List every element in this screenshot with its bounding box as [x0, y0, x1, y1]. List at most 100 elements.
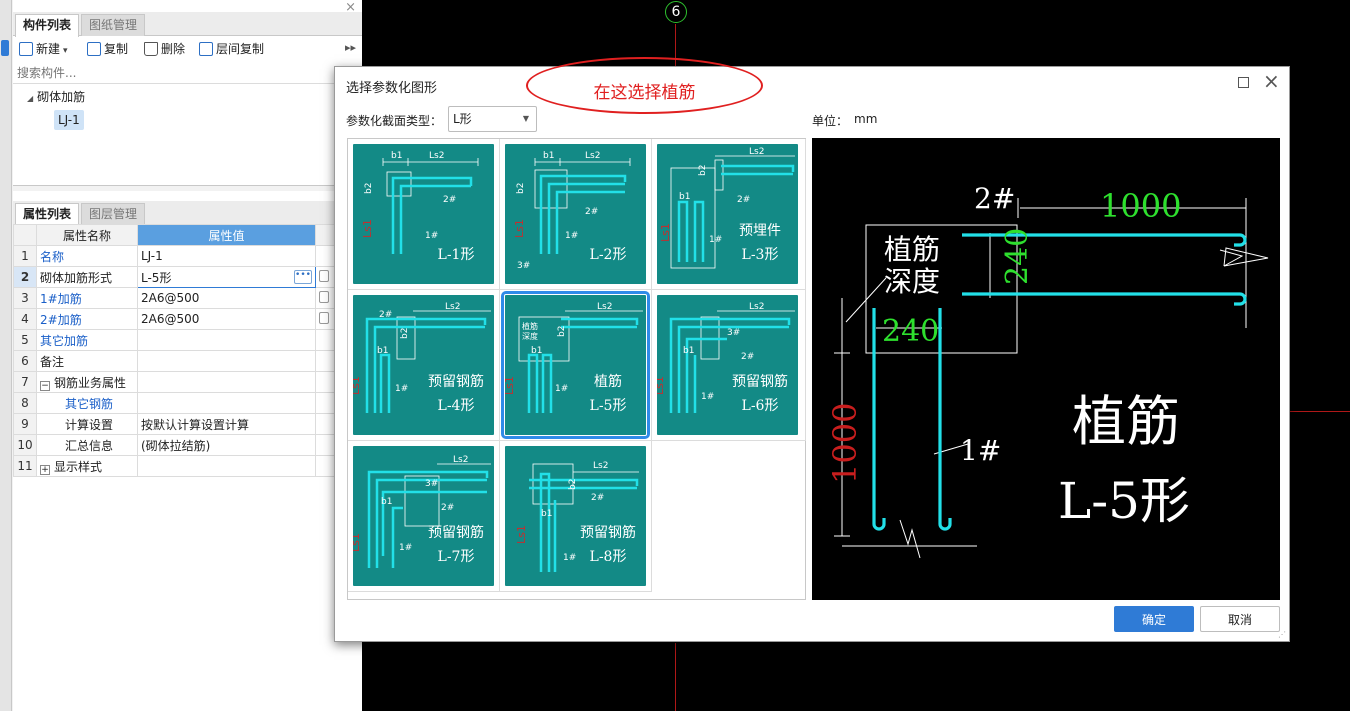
property-row-selected[interactable]: 2 砌体加筋形式 L-5形 ••• [13, 266, 363, 288]
tree-node-masonry-rebar[interactable]: ◢ 砌体加筋 [27, 88, 85, 106]
toolbar-more-icon[interactable]: ▸▸ [345, 41, 356, 54]
row-num: 2 [13, 266, 37, 288]
property-name: 显示样式 [54, 459, 103, 474]
axis-line-bottom [675, 643, 676, 711]
new-button[interactable]: 新建 ▾ [19, 40, 69, 58]
property-row[interactable]: 11 + 显示样式 [13, 455, 363, 477]
property-value[interactable] [137, 329, 316, 351]
property-name-group[interactable]: − 钢筋业务属性 [36, 371, 138, 393]
property-row[interactable]: 6 备注 [13, 350, 363, 372]
thumbnail-l7[interactable]: Ls2 3# b1 2# Ls1 1# 预留钢筋 L-7形 [348, 441, 500, 592]
preview-bar2: 2# [974, 182, 1015, 215]
thumb-b2: b2 [568, 479, 578, 490]
property-value[interactable]: (砌体拉结筋) [137, 434, 316, 456]
preview-bar1: 1# [960, 434, 1001, 467]
preview-depth-bottom: 240 [882, 314, 939, 349]
property-name: 计算设置 [36, 413, 138, 435]
dialog-title: 选择参数化图形 [346, 81, 438, 96]
thumbnail-image: b1 Ls2 b2 Ls1 2# 1# L-1形 [353, 144, 494, 284]
delete-button[interactable]: 删除 [144, 40, 185, 58]
property-row[interactable]: 4 2#加筋 2A6@500 [13, 308, 363, 330]
thumb-ls1: Ls1 [515, 525, 528, 544]
thumbnail-caption-1: 预埋件 [739, 223, 781, 239]
thumbnail-caption-2: L-5形 [589, 398, 627, 414]
tree-node-label: 砌体加筋 [37, 90, 86, 104]
tree-leaf-lj1[interactable]: LJ-1 [54, 110, 84, 130]
component-search-input[interactable] [13, 62, 362, 84]
thumb-ls1: Ls1 [513, 219, 526, 238]
thumb-bar1: 1# [425, 231, 438, 241]
floor-copy-button[interactable]: 层间复制 [199, 40, 264, 58]
thumbnail-caption-2: L-7形 [437, 549, 475, 565]
maximize-icon[interactable] [1238, 77, 1249, 88]
copy-button[interactable]: 复制 [87, 40, 128, 58]
thumbnail-l1[interactable]: b1 Ls2 b2 Ls1 2# 1# L-1形 [348, 139, 500, 290]
cancel-button[interactable]: 取消 [1200, 606, 1280, 632]
preview-top-length: 1000 [1100, 187, 1181, 225]
tab-property-list[interactable]: 属性列表 [15, 203, 80, 226]
property-value-editor[interactable]: L-5形 ••• [137, 266, 316, 288]
shape-thumbnail-grid: b1 Ls2 b2 Ls1 2# 1# L-1形 b1 Ls2 b2 Ls1 2# 1#… [347, 138, 806, 600]
thumbnail-l3[interactable]: Ls2 b1 b2 Ls1 2# 1# 预埋件 L-3形 [652, 139, 806, 290]
thumb-bar2: 2# [591, 493, 604, 503]
attach-checkbox[interactable] [319, 290, 329, 303]
thumbnail-caption-2: L-8形 [589, 549, 627, 565]
property-row[interactable]: 3 1#加筋 2A6@500 [13, 287, 363, 309]
thumbnail-caption-2: L-1形 [437, 247, 475, 263]
resize-grip-icon[interactable]: ⋰ [1278, 630, 1286, 639]
select-parametric-shape-dialog: 选择参数化图形 在这选择植筋 × 参数化截面类型： L形 ▼ 单位： mm b1 L… [334, 57, 1290, 642]
property-value[interactable]: 2A6@500 [137, 287, 316, 309]
floor-copy-label: 层间复制 [216, 42, 265, 56]
section-type-select[interactable]: L形 ▼ [448, 106, 537, 132]
property-row[interactable]: 5 其它加筋 [13, 329, 363, 351]
shape-preview: 1000 2# 植筋 深度 240 240 1000 1# 植筋 L-5形 [812, 138, 1280, 600]
property-row[interactable]: 1 名称 LJ-1 [13, 245, 363, 267]
property-value[interactable]: 按默认计算设置计算 [137, 413, 316, 435]
row-num: 4 [13, 308, 37, 330]
thumb-b2: b2 [400, 328, 410, 339]
property-panel: 属性列表 图层管理 属性名称 属性值 附 1 名称 LJ-1 2 砌体加筋形式 … [13, 191, 363, 711]
thumbnail-l6[interactable]: Ls2 3# b1 2# Ls1 1# 预留钢筋 L-6形 [652, 290, 806, 441]
thumbnail-l5[interactable]: Ls2 b1 植筋 深度 b2 Ls1 1# 植筋 L-5形 [500, 290, 652, 441]
property-row[interactable]: 9 计算设置 按默认计算设置计算 [13, 413, 363, 435]
tab-layer-manage[interactable]: 图层管理 [81, 203, 146, 225]
property-row[interactable]: 10 汇总信息 (砌体拉结筋) [13, 434, 363, 456]
collapse-icon[interactable]: − [40, 380, 50, 391]
close-icon[interactable]: × [1263, 71, 1280, 91]
panel-close-icon[interactable]: × [345, 0, 356, 15]
ok-button[interactable]: 确定 [1114, 606, 1194, 632]
attach-checkbox[interactable] [319, 269, 329, 282]
tab-drawing-manage[interactable]: 图纸管理 [81, 14, 146, 36]
thumbnail-caption-2: L-4形 [437, 398, 475, 414]
property-value[interactable]: LJ-1 [137, 245, 316, 267]
delete-label: 删除 [161, 42, 186, 56]
property-value[interactable]: 2A6@500 [137, 308, 316, 330]
thumbnail-l2[interactable]: b1 Ls2 b2 Ls1 2# 1# 3# L-2形 [500, 139, 652, 290]
property-name: 汇总信息 [36, 434, 138, 456]
floor-copy-icon [199, 42, 213, 56]
attach-checkbox[interactable] [319, 311, 329, 324]
property-name: 2#加筋 [36, 308, 138, 330]
property-row[interactable]: 7 − 钢筋业务属性 [13, 371, 363, 393]
property-row[interactable]: 8 其它钢筋 [13, 392, 363, 414]
side-strip-marker[interactable] [1, 40, 9, 56]
thumb-b1: b1 [543, 151, 554, 161]
caret-down-icon[interactable]: ◢ [27, 94, 33, 103]
property-value[interactable] [137, 350, 316, 372]
row-num: 7 [13, 371, 37, 393]
thumbnail-l4[interactable]: Ls2 2# b1 b2 Ls1 1# 预留钢筋 L-4形 [348, 290, 500, 441]
tab-component-list[interactable]: 构件列表 [15, 14, 80, 37]
property-value[interactable] [137, 392, 316, 414]
thumb-bar1: 1# [555, 384, 568, 394]
copy-label: 复制 [104, 42, 129, 56]
thumb-bar2: 2# [585, 207, 598, 217]
expand-icon[interactable]: + [40, 464, 50, 475]
ellipsis-button[interactable]: ••• [294, 270, 312, 284]
thumbnail-l8[interactable]: Ls2 2# b1 b2 Ls1 1# 预留钢筋 L-8形 [500, 441, 652, 592]
preview-vertical-length: 1000 [826, 403, 864, 484]
thumb-ls1: Ls1 [361, 219, 374, 238]
thumb-bar3: 3# [425, 479, 438, 489]
thumb-b2: b2 [557, 326, 567, 337]
row-num: 10 [13, 434, 37, 456]
property-name-group[interactable]: + 显示样式 [36, 455, 138, 477]
